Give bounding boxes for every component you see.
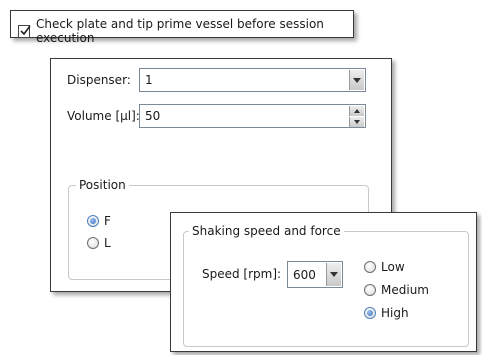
force-option-label: Medium [381,283,429,297]
radio-icon[interactable] [364,284,376,296]
position-option-l[interactable]: L [87,236,111,250]
force-option-low[interactable]: Low [364,260,405,274]
shaking-panel: Shaking speed and force Speed [rpm]: 600… [170,212,477,352]
spin-down-icon[interactable] [349,117,364,127]
speed-value: 600 [293,267,316,282]
prime-check-label: Check plate and tip prime vessel before … [35,17,324,45]
speed-select[interactable]: 600 [287,261,343,288]
force-option-medium[interactable]: Medium [364,283,429,297]
radio-icon[interactable] [364,261,376,273]
spin-up-icon[interactable] [349,106,364,116]
chevron-down-icon[interactable] [349,70,364,90]
position-option-f[interactable]: F [87,214,111,228]
shaking-group-title: Shaking speed and force [189,224,344,238]
dispenser-value: 1 [145,73,153,87]
radio-selected-icon[interactable] [364,307,376,319]
force-option-label: High [381,306,409,320]
position-option-label: F [104,214,111,228]
force-option-high[interactable]: High [364,306,409,320]
dispenser-select[interactable]: 1 [139,68,366,92]
volume-stepper[interactable]: 50 [139,104,366,128]
position-option-label: L [104,236,111,250]
radio-icon[interactable] [87,237,99,249]
volume-label: Volume [µl]: [67,109,140,123]
prime-check-row[interactable]: Check plate and tip prime vessel before … [18,17,353,45]
dispenser-label: Dispenser: [67,73,131,87]
force-option-label: Low [381,260,405,274]
prime-check-panel: Check plate and tip prime vessel before … [10,10,354,45]
position-group-title: Position [76,178,129,192]
volume-value: 50 [145,109,161,123]
shaking-group: Shaking speed and force Speed [rpm]: 600… [183,224,469,347]
prime-checkbox[interactable] [18,24,31,38]
speed-label: Speed [rpm]: [202,267,282,281]
checkmark-icon [20,25,31,35]
radio-selected-icon[interactable] [87,215,99,227]
chevron-down-icon[interactable] [326,263,341,286]
